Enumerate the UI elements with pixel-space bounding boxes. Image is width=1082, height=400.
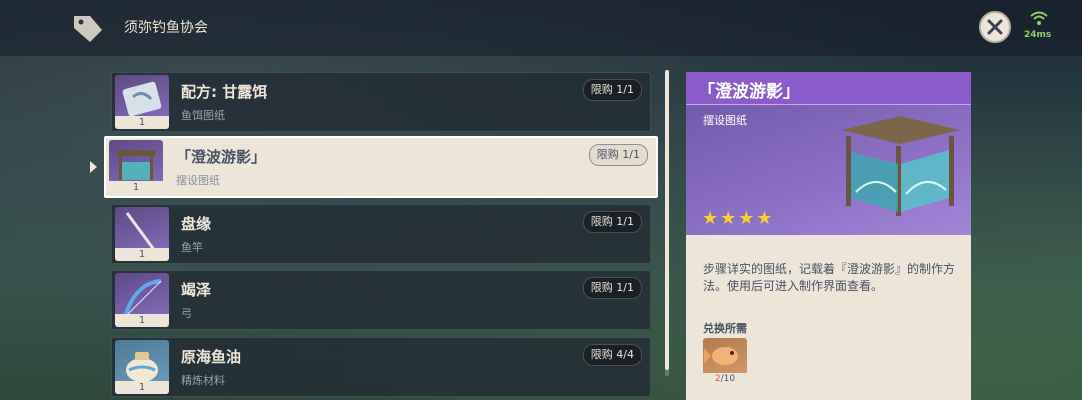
selected-arrow-icon xyxy=(90,161,97,173)
wifi-icon xyxy=(1030,11,1048,25)
shop-item-fish-oil[interactable]: 1 原海鱼油 精炼材料 限购 4/4 xyxy=(111,337,651,397)
shop-item-fishing-rod[interactable]: 1 盘缘 鱼竿 限购 1/1 xyxy=(111,204,651,264)
item-thumbnail: 1 xyxy=(115,273,169,327)
purchase-limit-badge: 限购 1/1 xyxy=(582,211,642,233)
needed-count: /10 xyxy=(720,374,736,384)
item-detail-panel: 「澄波游影」 摆设图纸 ★★★★ 步骤详实的图纸，记载着『澄波游影』的制作方法。… xyxy=(686,72,971,400)
item-type: 弓 xyxy=(181,307,192,320)
shop-title: 须弥钓鱼协会 xyxy=(124,20,208,36)
item-type: 鱼饵图纸 xyxy=(181,109,225,122)
item-type: 鱼竿 xyxy=(181,241,203,254)
furnishing-image xyxy=(842,116,960,216)
close-icon xyxy=(987,19,1003,35)
item-name: 原海鱼油 xyxy=(181,348,242,366)
detail-description: 步骤详实的图纸，记载着『澄波游影』的制作方法。使用后可进入制作界面查看。 xyxy=(703,262,956,293)
item-name: 「澄波游影」 xyxy=(176,148,267,166)
close-button[interactable] xyxy=(979,11,1011,43)
shop-item-recipe[interactable]: 1 配方: 甘露饵 鱼饵图纸 限购 1/1 xyxy=(111,72,651,132)
item-name: 盘缘 xyxy=(181,215,212,233)
shop-item-furnishing[interactable]: 1 「澄波游影」 摆设图纸 限购 1/1 xyxy=(104,136,658,198)
top-bar: 须弥钓鱼协会 24ms xyxy=(0,0,1082,56)
item-thumbnail: 1 xyxy=(109,140,163,194)
tag-icon xyxy=(74,16,102,42)
scrollbar-thumb[interactable] xyxy=(665,70,669,370)
item-thumbnail: 1 xyxy=(115,75,169,129)
item-thumbnail: 1 xyxy=(115,207,169,261)
detail-header: 「澄波游影」 摆设图纸 ★★★★ xyxy=(686,72,971,235)
item-thumbnail: 1 xyxy=(115,340,169,394)
purchase-limit-badge: 限购 1/1 xyxy=(582,277,642,299)
detail-item-type: 摆设图纸 xyxy=(703,114,747,127)
item-name: 配方: 甘露饵 xyxy=(181,83,268,101)
purchase-limit-badge: 限购 4/4 xyxy=(582,344,642,366)
required-item-count: 2/10 xyxy=(703,373,747,386)
purchase-limit-badge: 限购 1/1 xyxy=(582,79,642,101)
detail-title-bar: 「澄波游影」 xyxy=(686,72,971,105)
ping-value: 24ms xyxy=(1024,30,1052,40)
exchange-requirement-label: 兑换所需 xyxy=(703,322,747,335)
purchase-limit-badge: 限购 1/1 xyxy=(588,144,648,166)
item-type: 精炼材料 xyxy=(181,374,225,387)
shop-item-bow[interactable]: 1 竭泽 弓 限购 1/1 xyxy=(111,270,651,330)
item-name: 竭泽 xyxy=(181,281,212,299)
item-type: 摆设图纸 xyxy=(176,174,220,187)
fish-icon xyxy=(704,347,738,365)
required-item-fish[interactable]: 2/10 xyxy=(703,338,747,386)
detail-title: 「澄波游影」 xyxy=(698,82,800,102)
rarity-stars: ★★★★ xyxy=(702,208,775,229)
